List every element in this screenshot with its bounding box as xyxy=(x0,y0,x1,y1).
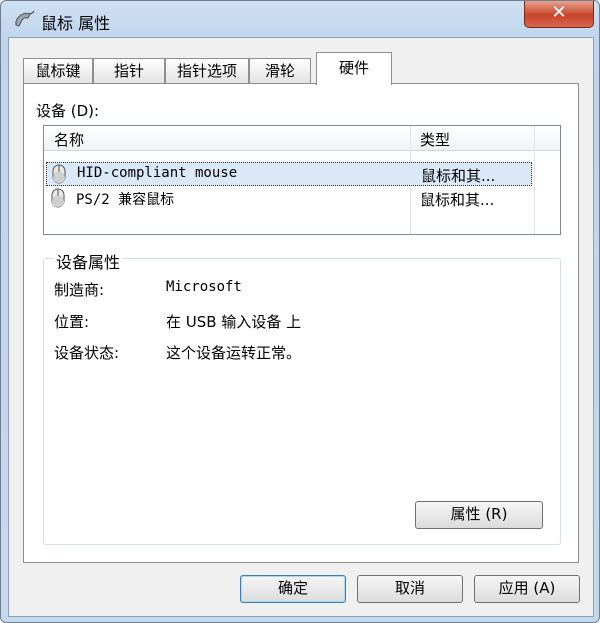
tab-mouse-buttons[interactable]: 鼠标键 xyxy=(23,58,93,83)
manufacturer-value: Microsoft xyxy=(166,279,242,295)
mouse-icon xyxy=(51,188,65,208)
dialog-window: 鼠标 属性 ✕ 鼠标键 指针 指针选项 滑轮 硬件 设备 (D): 名称 类型 xyxy=(0,0,600,623)
column-separator[interactable] xyxy=(534,126,535,234)
device-name: PS/2 兼容鼠标 xyxy=(76,192,175,208)
device-type: 鼠标和其... xyxy=(421,167,496,185)
status-value: 这个设备运转正常。 xyxy=(166,344,302,362)
dialog-client: 鼠标键 指针 指针选项 滑轮 硬件 设备 (D): 名称 类型 HID-comp… xyxy=(8,37,594,617)
group-title: 设备属性 xyxy=(54,249,123,273)
tab-pointer-options[interactable]: 指针选项 xyxy=(165,58,249,83)
mouse-icon xyxy=(52,164,66,184)
device-row-hid-mouse[interactable]: HID-compliant mouse 鼠标和其... xyxy=(46,162,532,186)
manufacturer-label: 制造商: xyxy=(54,281,105,299)
apply-button[interactable]: 应用 (A) xyxy=(474,575,580,603)
device-row-ps2-mouse[interactable]: PS/2 兼容鼠标 鼠标和其... xyxy=(46,187,530,209)
title-bar[interactable]: 鼠标 属性 ✕ xyxy=(1,1,599,37)
tab-pointers[interactable]: 指针 xyxy=(93,58,165,83)
tab-hardware[interactable]: 硬件 xyxy=(316,52,392,85)
device-list[interactable]: 名称 类型 HID-compliant mouse 鼠标和其... PS/2 兼… xyxy=(43,125,561,235)
tab-wheel[interactable]: 滑轮 xyxy=(249,58,311,83)
devices-label: 设备 (D): xyxy=(36,102,100,120)
device-type: 鼠标和其... xyxy=(420,191,495,209)
window-title: 鼠标 属性 xyxy=(41,14,111,33)
ok-button[interactable]: 确定 xyxy=(240,575,346,603)
close-icon: ✕ xyxy=(551,2,567,23)
location-value: 在 USB 输入设备 上 xyxy=(166,313,302,331)
column-type-header[interactable]: 类型 xyxy=(420,129,450,150)
mouse-icon xyxy=(15,10,35,27)
column-name-header[interactable]: 名称 xyxy=(54,129,84,150)
properties-button[interactable]: 属性 (R) xyxy=(415,501,543,529)
status-label: 设备状态: xyxy=(54,344,120,362)
location-label: 位置: xyxy=(54,313,90,331)
close-button[interactable]: ✕ xyxy=(524,1,594,28)
list-header: 名称 类型 xyxy=(44,126,560,151)
device-name: HID-compliant mouse xyxy=(77,165,238,181)
cancel-button[interactable]: 取消 xyxy=(357,575,463,603)
device-properties-group: 设备属性 制造商: Microsoft 位置: 在 USB 输入设备 上 设备状… xyxy=(43,249,561,545)
